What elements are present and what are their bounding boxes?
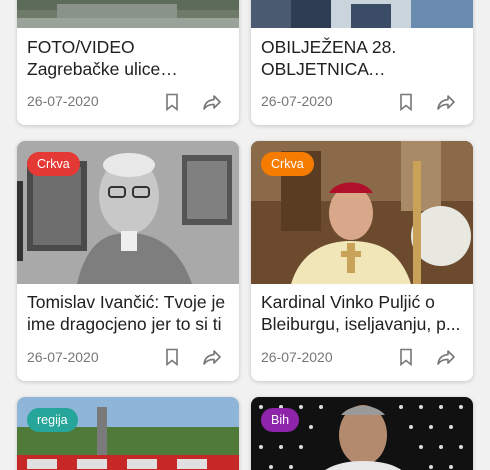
news-grid: FOTO/VIDEO Zagrebačke ulice ponovno pod … [0, 0, 490, 470]
news-date: 26-07-2020 [27, 349, 99, 365]
share-icon[interactable] [435, 91, 457, 113]
news-card[interactable]: FOTO/VIDEO Zagrebačke ulice ponovno pod … [17, 0, 239, 125]
category-badge[interactable]: Bih [261, 408, 300, 432]
news-date: 26-07-2020 [261, 349, 333, 365]
category-badge[interactable]: regija [27, 408, 78, 432]
news-date: 26-07-2020 [261, 93, 333, 109]
share-icon[interactable] [201, 91, 223, 113]
news-card[interactable]: Crkva Kardinal Vinko Puljić o Bleiburgu,… [251, 141, 473, 381]
category-badge[interactable]: Crkva [27, 152, 80, 176]
share-icon[interactable] [435, 346, 457, 368]
news-card[interactable]: Crkva Tomislav Ivančić: Tvoje je ime dra… [17, 141, 239, 381]
news-image[interactable]: regija [17, 397, 239, 470]
news-image[interactable]: Crkva [17, 141, 239, 284]
share-icon[interactable] [201, 346, 223, 368]
news-card[interactable]: regija [17, 397, 239, 470]
news-title[interactable]: Kardinal Vinko Puljić o Bleiburgu, iselj… [261, 291, 463, 335]
bookmark-icon[interactable] [395, 91, 417, 113]
bookmark-icon[interactable] [395, 346, 417, 368]
news-image[interactable] [251, 0, 473, 28]
news-title[interactable]: Tomislav Ivančić: Tvoje je ime dragocjen… [27, 291, 229, 335]
news-date: 26-07-2020 [27, 93, 99, 109]
bookmark-icon[interactable] [161, 91, 183, 113]
bookmark-icon[interactable] [161, 346, 183, 368]
category-badge[interactable]: Crkva [261, 152, 314, 176]
news-image[interactable]: Bih [251, 397, 473, 470]
news-image[interactable] [17, 0, 239, 28]
news-card[interactable]: Bih [251, 397, 473, 470]
news-title[interactable]: OBILJEŽENA 28. OBLJETNICA NAJBROJNIJE [261, 36, 463, 80]
news-title[interactable]: FOTO/VIDEO Zagrebačke ulice ponovno pod … [27, 36, 229, 80]
news-image[interactable]: Crkva [251, 141, 473, 284]
news-card[interactable]: OBILJEŽENA 28. OBLJETNICA NAJBROJNIJE 26… [251, 0, 473, 125]
